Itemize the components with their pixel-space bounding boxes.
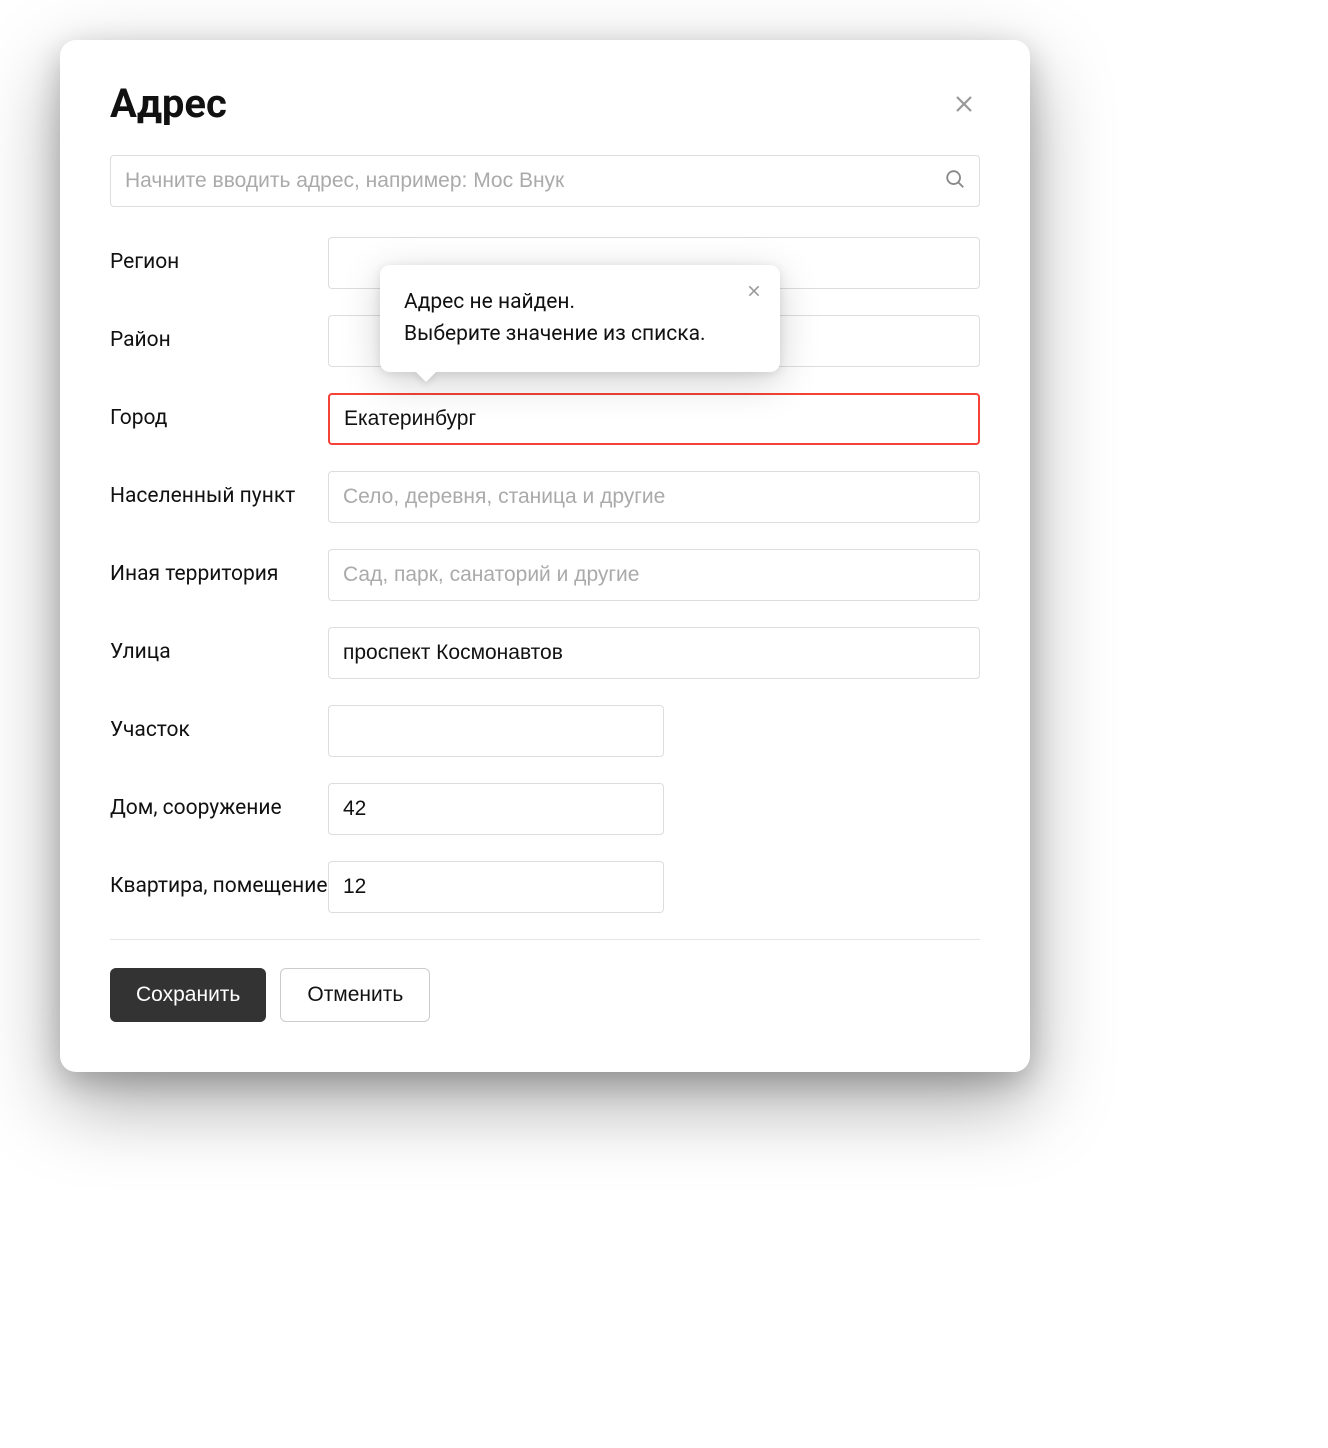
cancel-button[interactable]: Отменить [280,968,430,1022]
row-apartment: Квартира, помещение [110,861,980,913]
row-settlement: Населенный пункт [110,471,980,523]
close-button[interactable] [948,88,980,120]
label-territory: Иная территория [110,549,328,588]
tooltip-close-button[interactable] [742,279,766,303]
modal-header: Адрес [110,80,980,127]
label-plot: Участок [110,705,328,744]
label-city: Город [110,393,328,432]
input-house[interactable] [328,783,664,835]
address-not-found-tooltip: Адрес не найден. Выберите значение из сп… [380,265,780,372]
row-street: Улица [110,627,980,679]
input-settlement[interactable] [328,471,980,523]
address-modal: Адрес Регион Район Город Населенный пунк… [60,40,1030,1072]
input-territory[interactable] [328,549,980,601]
save-button[interactable]: Сохранить [110,968,266,1022]
input-street[interactable] [328,627,980,679]
close-icon [952,92,976,116]
label-apartment: Квартира, помещение [110,861,328,900]
search-row [110,155,980,207]
row-territory: Иная территория [110,549,980,601]
label-house: Дом, сооружение [110,783,328,822]
input-plot[interactable] [328,705,664,757]
row-city: Город [110,393,980,445]
label-region: Регион [110,237,328,276]
modal-title: Адрес [110,80,227,127]
label-street: Улица [110,627,328,666]
search-icon [944,168,966,194]
label-district: Район [110,315,328,354]
row-house: Дом, сооружение [110,783,980,835]
input-apartment[interactable] [328,861,664,913]
tooltip-arrow [414,370,438,382]
tooltip-text: Адрес не найден. Выберите значение из сп… [404,287,720,350]
divider [110,939,980,940]
address-search-input[interactable] [110,155,980,207]
button-row: Сохранить Отменить [110,968,980,1022]
input-city[interactable] [328,393,980,445]
row-plot: Участок [110,705,980,757]
close-icon [746,283,762,299]
label-settlement: Населенный пункт [110,471,328,510]
